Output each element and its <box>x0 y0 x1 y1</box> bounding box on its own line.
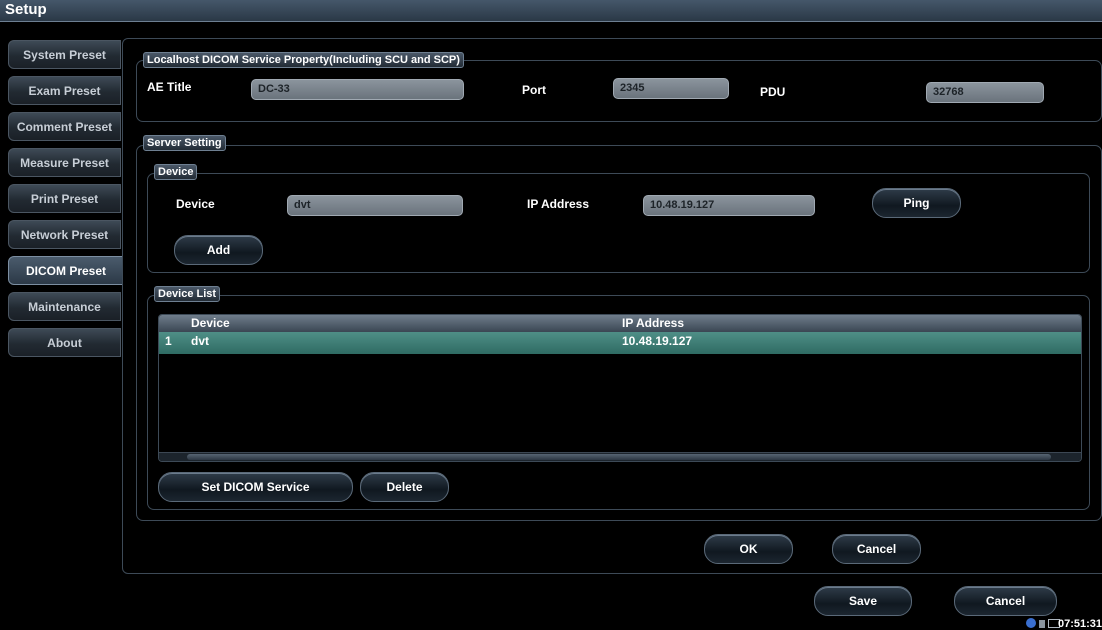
device-list-table: Device IP Address 1 dvt 10.48.19.127 <box>158 314 1082 462</box>
ip-address-field[interactable]: 10.48.19.127 <box>643 195 815 216</box>
clock-time: 07:51:31 <box>1057 618 1102 630</box>
scrollbar-thumb[interactable] <box>187 454 1051 460</box>
sidebar-item-comment-preset[interactable]: Comment Preset <box>8 112 121 141</box>
column-header-ip-address[interactable]: IP Address <box>622 316 684 330</box>
ping-button[interactable]: Ping <box>872 188 961 218</box>
dialog-cancel-button[interactable]: Cancel <box>832 534 921 564</box>
horizontal-scrollbar[interactable] <box>159 452 1081 461</box>
sidebar-item-label: Measure Preset <box>20 155 109 170</box>
delete-button[interactable]: Delete <box>360 472 449 502</box>
title-bar: Setup <box>0 0 1102 22</box>
row-device: dvt <box>191 334 209 348</box>
set-dicom-service-button[interactable]: Set DICOM Service <box>158 472 353 502</box>
row-index: 1 <box>165 334 172 348</box>
sidebar-item-measure-preset[interactable]: Measure Preset <box>8 148 121 177</box>
sidebar-item-label: About <box>47 335 82 350</box>
table-header: Device IP Address <box>159 315 1081 333</box>
sidebar-item-label: Network Preset <box>20 227 109 242</box>
sidebar-item-network-preset[interactable]: Network Preset <box>8 220 121 249</box>
window-title: Setup <box>5 1 47 18</box>
table-row[interactable]: 1 dvt 10.48.19.127 <box>159 332 1081 354</box>
sidebar-item-label: System Preset <box>23 47 106 62</box>
status-area: 07:51:31 <box>992 616 1102 630</box>
device-legend: Device <box>154 164 198 180</box>
pdu-label: PDU <box>760 85 786 99</box>
status-icons <box>1026 618 1060 628</box>
sidebar-item-exam-preset[interactable]: Exam Preset <box>8 76 121 105</box>
sidebar-item-print-preset[interactable]: Print Preset <box>8 184 121 213</box>
sidebar-item-label: Print Preset <box>30 191 99 206</box>
ok-button[interactable]: OK <box>704 534 793 564</box>
save-button[interactable]: Save <box>814 586 912 616</box>
usb-icon <box>1039 620 1045 628</box>
sidebar-item-label: Exam Preset <box>28 83 101 98</box>
network-icon <box>1026 618 1036 628</box>
device-name-field[interactable]: dvt <box>287 195 463 216</box>
ip-address-label: IP Address <box>527 197 590 211</box>
pdu-field[interactable]: 32768 <box>926 82 1044 103</box>
sidebar-item-system-preset[interactable]: System Preset <box>8 40 121 69</box>
sidebar-item-label: Maintenance <box>28 299 101 314</box>
row-ip-address: 10.48.19.127 <box>622 334 693 348</box>
sidebar-item-maintenance[interactable]: Maintenance <box>8 292 121 321</box>
localhost-legend: Localhost DICOM Service Property(Includi… <box>143 52 464 68</box>
device-label: Device <box>176 197 215 211</box>
server-setting-legend: Server Setting <box>143 135 226 151</box>
ae-title-label: AE Title <box>147 80 192 94</box>
sidebar-item-about[interactable]: About <box>8 328 121 357</box>
sidebar-item-label: Comment Preset <box>16 119 113 134</box>
add-button[interactable]: Add <box>174 235 263 265</box>
port-label: Port <box>522 83 546 97</box>
column-header-device[interactable]: Device <box>191 316 230 330</box>
sidebar-item-label: DICOM Preset <box>25 263 107 278</box>
port-field[interactable]: 2345 <box>613 78 729 99</box>
sidebar-item-dicom-preset[interactable]: DICOM Preset <box>8 256 124 285</box>
footer-cancel-button[interactable]: Cancel <box>954 586 1057 616</box>
ae-title-field[interactable]: DC-33 <box>251 79 464 100</box>
device-list-legend: Device List <box>154 286 221 302</box>
